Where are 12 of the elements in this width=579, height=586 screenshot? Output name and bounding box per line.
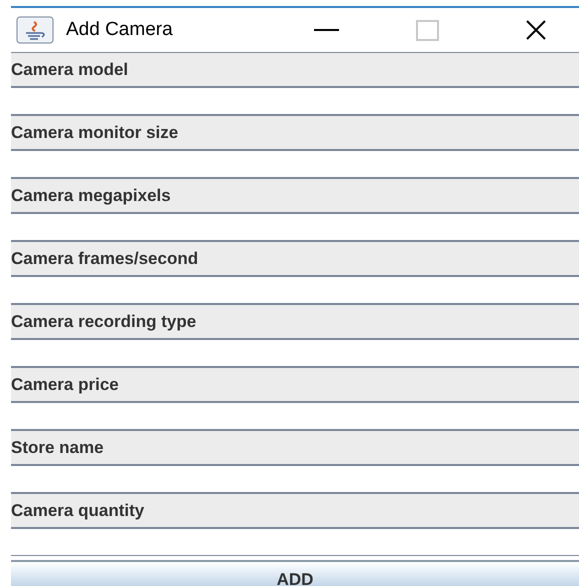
field-label: Camera quantity bbox=[11, 493, 579, 529]
window-title: Add Camera bbox=[66, 18, 174, 42]
field-label: Camera model bbox=[11, 52, 579, 88]
field-label: Camera recording type bbox=[11, 304, 579, 340]
field-label: Camera price bbox=[11, 367, 579, 403]
add-button[interactable]: ADD bbox=[11, 560, 579, 586]
field-label: Camera megapixels bbox=[11, 178, 579, 214]
field-label: Camera frames/second bbox=[11, 241, 579, 277]
app-icon bbox=[16, 16, 54, 44]
field-label: Camera monitor size bbox=[11, 115, 579, 151]
field-label: Store name bbox=[11, 430, 579, 466]
close-icon bbox=[524, 18, 548, 42]
